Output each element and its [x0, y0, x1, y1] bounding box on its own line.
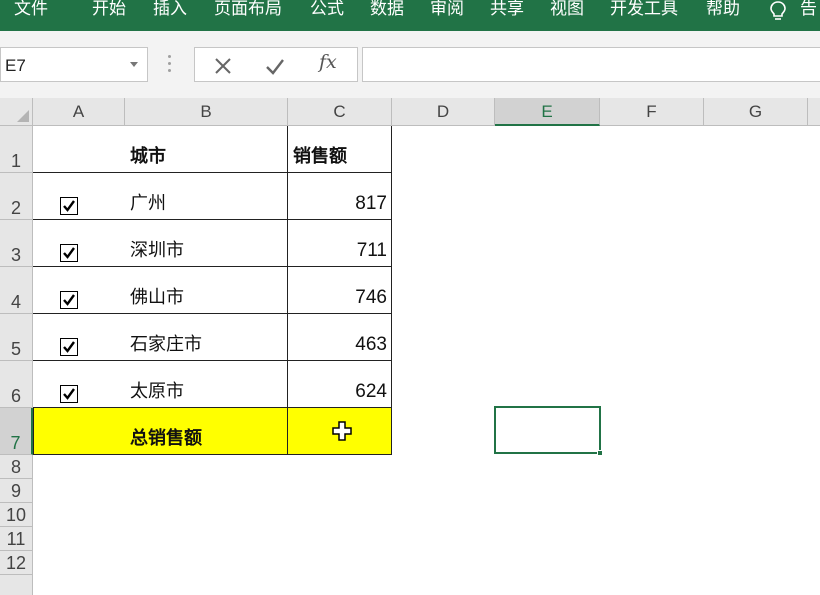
cell-a3[interactable]	[33, 220, 125, 267]
row-header-3[interactable]: 3	[0, 220, 33, 267]
tab-help[interactable]: 帮助	[706, 0, 740, 22]
row-header-12[interactable]: 12	[0, 551, 33, 575]
checkbox[interactable]	[60, 244, 78, 262]
cell-c1[interactable]: 销售额	[288, 126, 392, 173]
cell-a1[interactable]	[33, 126, 125, 173]
cell-c5[interactable]: 463	[288, 314, 392, 361]
city-name: 深圳市	[130, 240, 184, 261]
row-header-5[interactable]: 5	[0, 314, 33, 361]
row-header-8[interactable]: 8	[0, 455, 33, 479]
column-header-d[interactable]: D	[392, 98, 495, 126]
column-header-h[interactable]	[808, 98, 820, 126]
check-icon	[63, 247, 75, 259]
tab-review[interactable]: 审阅	[430, 0, 464, 22]
tab-formulas[interactable]: 公式	[310, 0, 344, 22]
formula-input[interactable]	[362, 47, 820, 82]
cell-a4[interactable]	[33, 267, 125, 314]
name-box-value: E7	[5, 56, 26, 75]
tab-share[interactable]: 共享	[490, 0, 524, 22]
cell-select-cursor-icon	[332, 421, 352, 441]
city-name: 佛山市	[130, 287, 184, 308]
row-header-4[interactable]: 4	[0, 267, 33, 314]
formula-bar-area: E7 fx	[0, 31, 820, 98]
tab-developer[interactable]: 开发工具	[610, 0, 678, 22]
city-name: 广州	[130, 193, 166, 214]
cell-a2[interactable]	[33, 173, 125, 220]
insert-function-button[interactable]: fx	[319, 51, 337, 73]
tab-page-layout[interactable]: 页面布局	[214, 0, 282, 22]
active-cell-e7[interactable]	[494, 406, 603, 456]
tab-insert[interactable]: 插入	[153, 0, 187, 22]
header-sales: 销售额	[293, 146, 347, 167]
cell-c2[interactable]: 817	[288, 173, 392, 220]
check-icon	[63, 294, 75, 306]
sales-value: 711	[356, 240, 387, 261]
lightbulb-icon	[770, 1, 786, 20]
sales-value: 817	[355, 193, 387, 214]
tab-view[interactable]: 视图	[550, 0, 584, 22]
cancel-icon[interactable]	[211, 54, 235, 78]
cell-a6[interactable]	[33, 361, 125, 408]
cell-b4[interactable]: 佛山市	[125, 267, 288, 314]
cell-b3[interactable]: 深圳市	[125, 220, 288, 267]
row-header-2[interactable]: 2	[0, 173, 33, 220]
cell-c6[interactable]: 624	[288, 361, 392, 408]
row-header-7[interactable]: 7	[0, 408, 33, 455]
check-icon	[63, 200, 75, 212]
enter-check-icon[interactable]	[263, 54, 287, 78]
tab-file[interactable]: 文件	[14, 0, 48, 22]
sales-value: 463	[355, 334, 387, 355]
tell-me-label: 告	[800, 0, 817, 19]
checkbox[interactable]	[60, 338, 78, 356]
fill-handle[interactable]	[597, 450, 603, 456]
cell-c4[interactable]: 746	[288, 267, 392, 314]
select-all-button[interactable]	[0, 98, 33, 126]
column-header-g[interactable]: G	[704, 98, 808, 126]
formula-buttons: fx	[194, 47, 358, 82]
cell-c3[interactable]: 711	[288, 220, 392, 267]
checkbox[interactable]	[60, 291, 78, 309]
row-header-13[interactable]	[0, 575, 33, 595]
tab-home[interactable]: 开始	[92, 0, 126, 22]
grip-dots-icon[interactable]	[168, 55, 172, 75]
cell-b2[interactable]: 广州	[125, 173, 288, 220]
check-icon	[63, 341, 75, 353]
cell-b6[interactable]: 太原市	[125, 361, 288, 408]
row-header-9[interactable]: 9	[0, 479, 33, 503]
city-name: 石家庄市	[130, 334, 202, 355]
city-name: 太原市	[130, 381, 184, 402]
cell-a7[interactable]	[33, 408, 125, 455]
column-header-f[interactable]: F	[600, 98, 704, 126]
column-header-b[interactable]: B	[125, 98, 288, 126]
cell-b7[interactable]: 总销售额	[125, 408, 288, 455]
header-city: 城市	[130, 146, 166, 167]
name-box[interactable]: E7	[0, 47, 148, 82]
checkbox[interactable]	[60, 385, 78, 403]
sales-value: 746	[355, 287, 387, 308]
check-icon	[63, 388, 75, 400]
row-header-6[interactable]: 6	[0, 361, 33, 408]
column-header-e[interactable]: E	[495, 98, 600, 126]
total-label: 总销售额	[130, 428, 202, 449]
tab-data[interactable]: 数据	[370, 0, 404, 22]
row-header-1[interactable]: 1	[0, 126, 33, 173]
checkbox[interactable]	[60, 197, 78, 215]
chevron-down-icon[interactable]	[130, 62, 138, 67]
cell-a5[interactable]	[33, 314, 125, 361]
row-header-10[interactable]: 10	[0, 503, 33, 527]
column-header-a[interactable]: A	[33, 98, 125, 126]
sales-value: 624	[355, 381, 387, 402]
ribbon-tab-bar: 文件 开始 插入 页面布局 公式 数据 审阅 共享 视图 开发工具 帮助 告	[0, 0, 820, 31]
cell-b1[interactable]: 城市	[125, 126, 288, 173]
column-header-c[interactable]: C	[288, 98, 392, 126]
cell-b5[interactable]: 石家庄市	[125, 314, 288, 361]
worksheet-grid: A B C D E F G 1 2 3 4 5 6 7 8 9 10 11 12…	[0, 98, 820, 595]
row-header-11[interactable]: 11	[0, 527, 33, 551]
